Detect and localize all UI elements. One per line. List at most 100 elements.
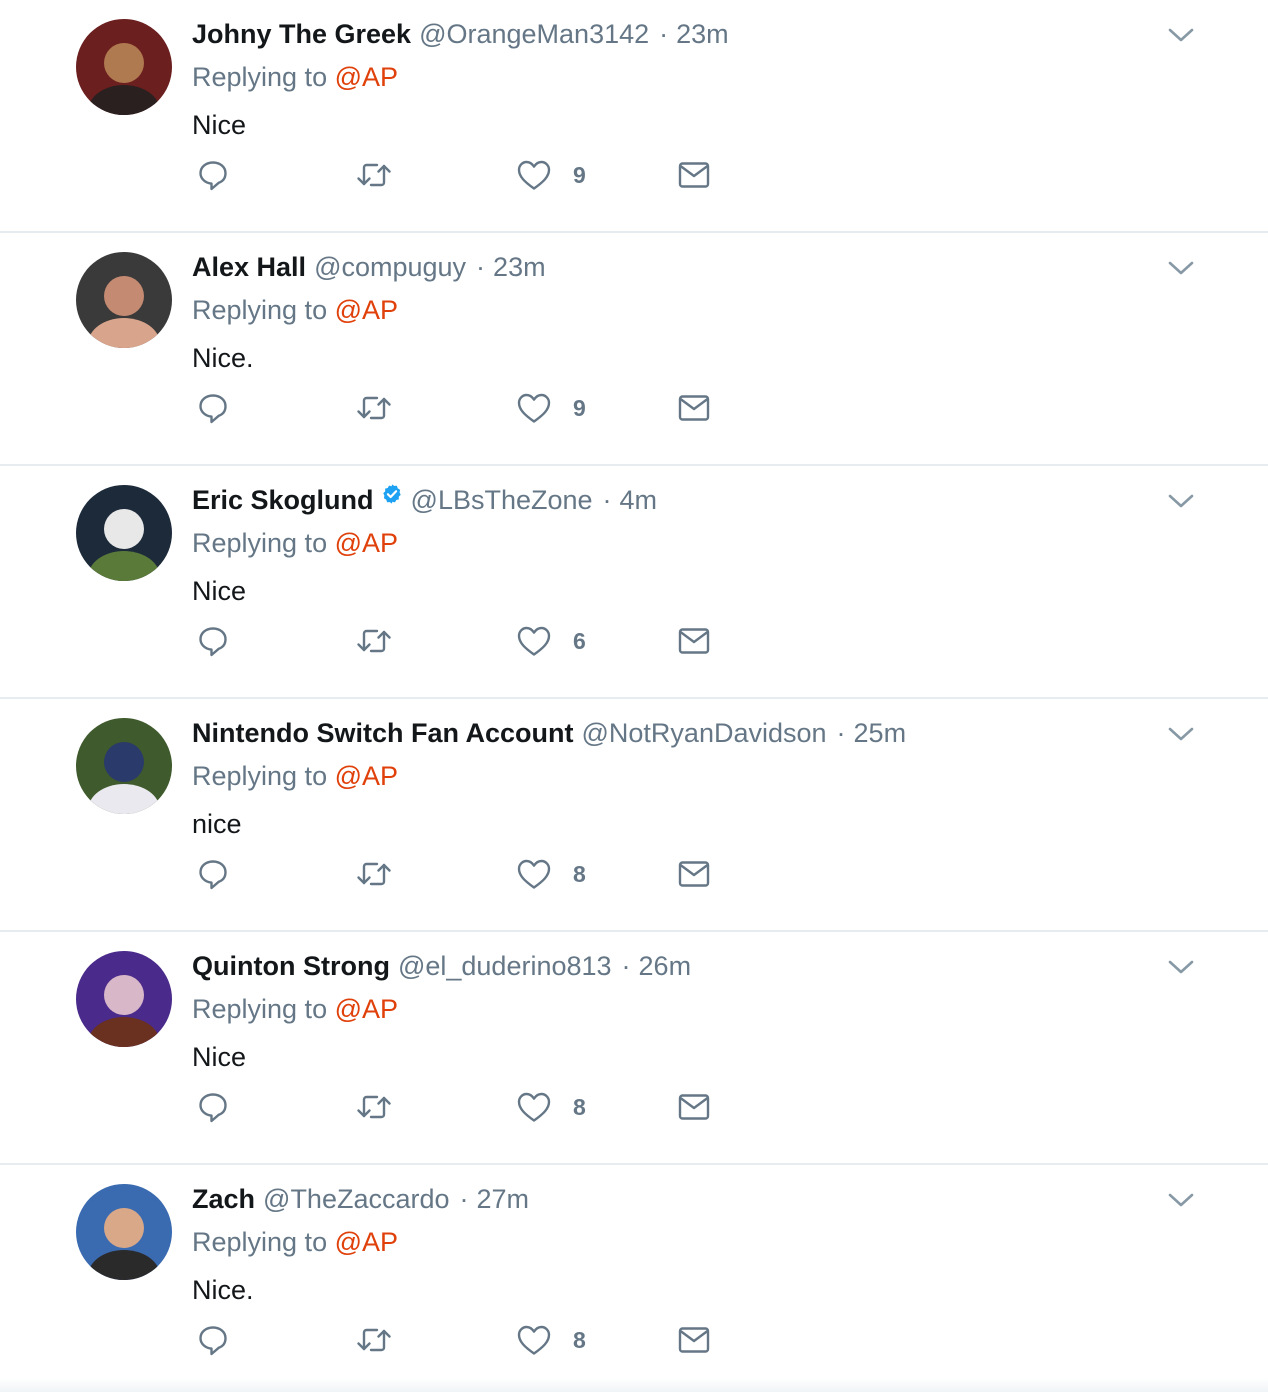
- timestamp[interactable]: 4m: [620, 485, 658, 516]
- chevron-down-icon[interactable]: [1166, 721, 1196, 747]
- display-name[interactable]: Nintendo Switch Fan Account: [192, 718, 574, 749]
- user-handle[interactable]: @LBsTheZone: [411, 485, 593, 516]
- tweet-text: Nice: [192, 1042, 247, 1072]
- tweet[interactable]: Quinton Strong @el_duderino813 · 26m Rep…: [0, 932, 1268, 1165]
- replying-to-line: Replying to @AP: [192, 994, 398, 1025]
- replying-to-line: Replying to @AP: [192, 1227, 398, 1258]
- retweet-button[interactable]: [355, 158, 393, 192]
- envelope-icon: [678, 1094, 710, 1120]
- like-count: 9: [573, 394, 586, 421]
- reply-button[interactable]: [196, 391, 230, 425]
- retweet-button[interactable]: [355, 1323, 393, 1357]
- user-handle[interactable]: @TheZaccardo: [263, 1184, 449, 1215]
- mention-link[interactable]: @AP: [335, 1227, 398, 1257]
- chevron-down-icon[interactable]: [1166, 22, 1196, 48]
- envelope-icon: [678, 162, 710, 188]
- direct-message-button[interactable]: [677, 624, 711, 658]
- timestamp[interactable]: 25m: [854, 718, 907, 749]
- heart-icon: [517, 1325, 551, 1355]
- tweet[interactable]: Zach @TheZaccardo · 27m Replying to @AP …: [0, 1165, 1268, 1398]
- like-button[interactable]: 8: [516, 1090, 586, 1124]
- direct-message-button[interactable]: [677, 158, 711, 192]
- retweet-button[interactable]: [355, 857, 393, 891]
- avatar[interactable]: [76, 19, 172, 115]
- timestamp[interactable]: 23m: [676, 19, 729, 50]
- reply-icon: [199, 1326, 227, 1356]
- avatar-image: [76, 485, 172, 581]
- like-button[interactable]: 6: [516, 624, 586, 658]
- mention-link[interactable]: @AP: [335, 295, 398, 325]
- like-button[interactable]: 8: [516, 1323, 586, 1357]
- reply-feed: Johny The Greek @OrangeMan3142 · 23m Rep…: [0, 0, 1268, 1398]
- timestamp[interactable]: 23m: [493, 252, 546, 283]
- replying-to-label: Replying to: [192, 295, 328, 325]
- tweet[interactable]: Alex Hall @compuguy · 23m Replying to @A…: [0, 233, 1268, 466]
- separator-dot: ·: [621, 950, 631, 981]
- retweet-button[interactable]: [355, 624, 393, 658]
- reply-button[interactable]: [196, 857, 230, 891]
- like-count: 9: [573, 161, 586, 188]
- like-count: 8: [573, 1093, 586, 1120]
- user-handle[interactable]: @el_duderino813: [398, 951, 612, 982]
- separator-dot: ·: [459, 1183, 469, 1214]
- like-count: 6: [573, 627, 586, 654]
- reply-button[interactable]: [196, 1090, 230, 1124]
- avatar[interactable]: [76, 485, 172, 581]
- like-button[interactable]: 9: [516, 391, 586, 425]
- reply-icon: [199, 860, 227, 890]
- replying-to-line: Replying to @AP: [192, 295, 398, 326]
- avatar[interactable]: [76, 1184, 172, 1280]
- retweet-button[interactable]: [355, 1090, 393, 1124]
- avatar-image: [76, 1184, 172, 1280]
- direct-message-button[interactable]: [677, 1323, 711, 1357]
- like-count: 8: [573, 1326, 586, 1353]
- user-handle[interactable]: @OrangeMan3142: [419, 19, 649, 50]
- mention-link[interactable]: @AP: [335, 62, 398, 92]
- user-handle[interactable]: @NotRyanDavidson: [582, 718, 827, 749]
- avatar[interactable]: [76, 718, 172, 814]
- reply-button[interactable]: [196, 1323, 230, 1357]
- user-handle[interactable]: @compuguy: [314, 252, 466, 283]
- mention-link[interactable]: @AP: [335, 994, 398, 1024]
- replying-to-label: Replying to: [192, 62, 328, 92]
- retweet-icon: [357, 1095, 391, 1119]
- mention-link[interactable]: @AP: [335, 761, 398, 791]
- avatar-image: [76, 19, 172, 115]
- tweet[interactable]: Nintendo Switch Fan Account @NotRyanDavi…: [0, 699, 1268, 932]
- retweet-icon: [357, 629, 391, 653]
- tweet[interactable]: Eric Skoglund @LBsTheZone · 4m Replying …: [0, 466, 1268, 699]
- chevron-down-icon[interactable]: [1166, 1187, 1196, 1213]
- chevron-down-icon[interactable]: [1166, 488, 1196, 514]
- display-name[interactable]: Zach: [192, 1184, 255, 1215]
- heart-icon: [517, 1092, 551, 1122]
- timestamp[interactable]: 27m: [477, 1184, 530, 1215]
- replying-to-label: Replying to: [192, 1227, 328, 1257]
- tweet[interactable]: Johny The Greek @OrangeMan3142 · 23m Rep…: [0, 0, 1268, 233]
- chevron-down-icon[interactable]: [1166, 255, 1196, 281]
- replying-to-line: Replying to @AP: [192, 761, 398, 792]
- display-name[interactable]: Eric Skoglund: [192, 485, 374, 516]
- direct-message-button[interactable]: [677, 857, 711, 891]
- direct-message-button[interactable]: [677, 1090, 711, 1124]
- timestamp[interactable]: 26m: [639, 951, 692, 982]
- heart-icon: [517, 160, 551, 190]
- avatar[interactable]: [76, 252, 172, 348]
- tweet-text: Nice.: [192, 343, 254, 373]
- like-button[interactable]: 9: [516, 158, 586, 192]
- like-button[interactable]: 8: [516, 857, 586, 891]
- display-name[interactable]: Quinton Strong: [192, 951, 390, 982]
- reply-button[interactable]: [196, 624, 230, 658]
- retweet-icon: [357, 862, 391, 886]
- avatar[interactable]: [76, 951, 172, 1047]
- avatar-image: [76, 951, 172, 1047]
- verified-badge-icon: [381, 484, 403, 511]
- display-name[interactable]: Alex Hall: [192, 252, 306, 283]
- reply-button[interactable]: [196, 158, 230, 192]
- direct-message-button[interactable]: [677, 391, 711, 425]
- chevron-down-icon[interactable]: [1166, 954, 1196, 980]
- mention-link[interactable]: @AP: [335, 528, 398, 558]
- reply-icon: [199, 627, 227, 657]
- display-name[interactable]: Johny The Greek: [192, 19, 411, 50]
- tweet-header: Quinton Strong @el_duderino813 · 26m: [192, 946, 691, 986]
- retweet-button[interactable]: [355, 391, 393, 425]
